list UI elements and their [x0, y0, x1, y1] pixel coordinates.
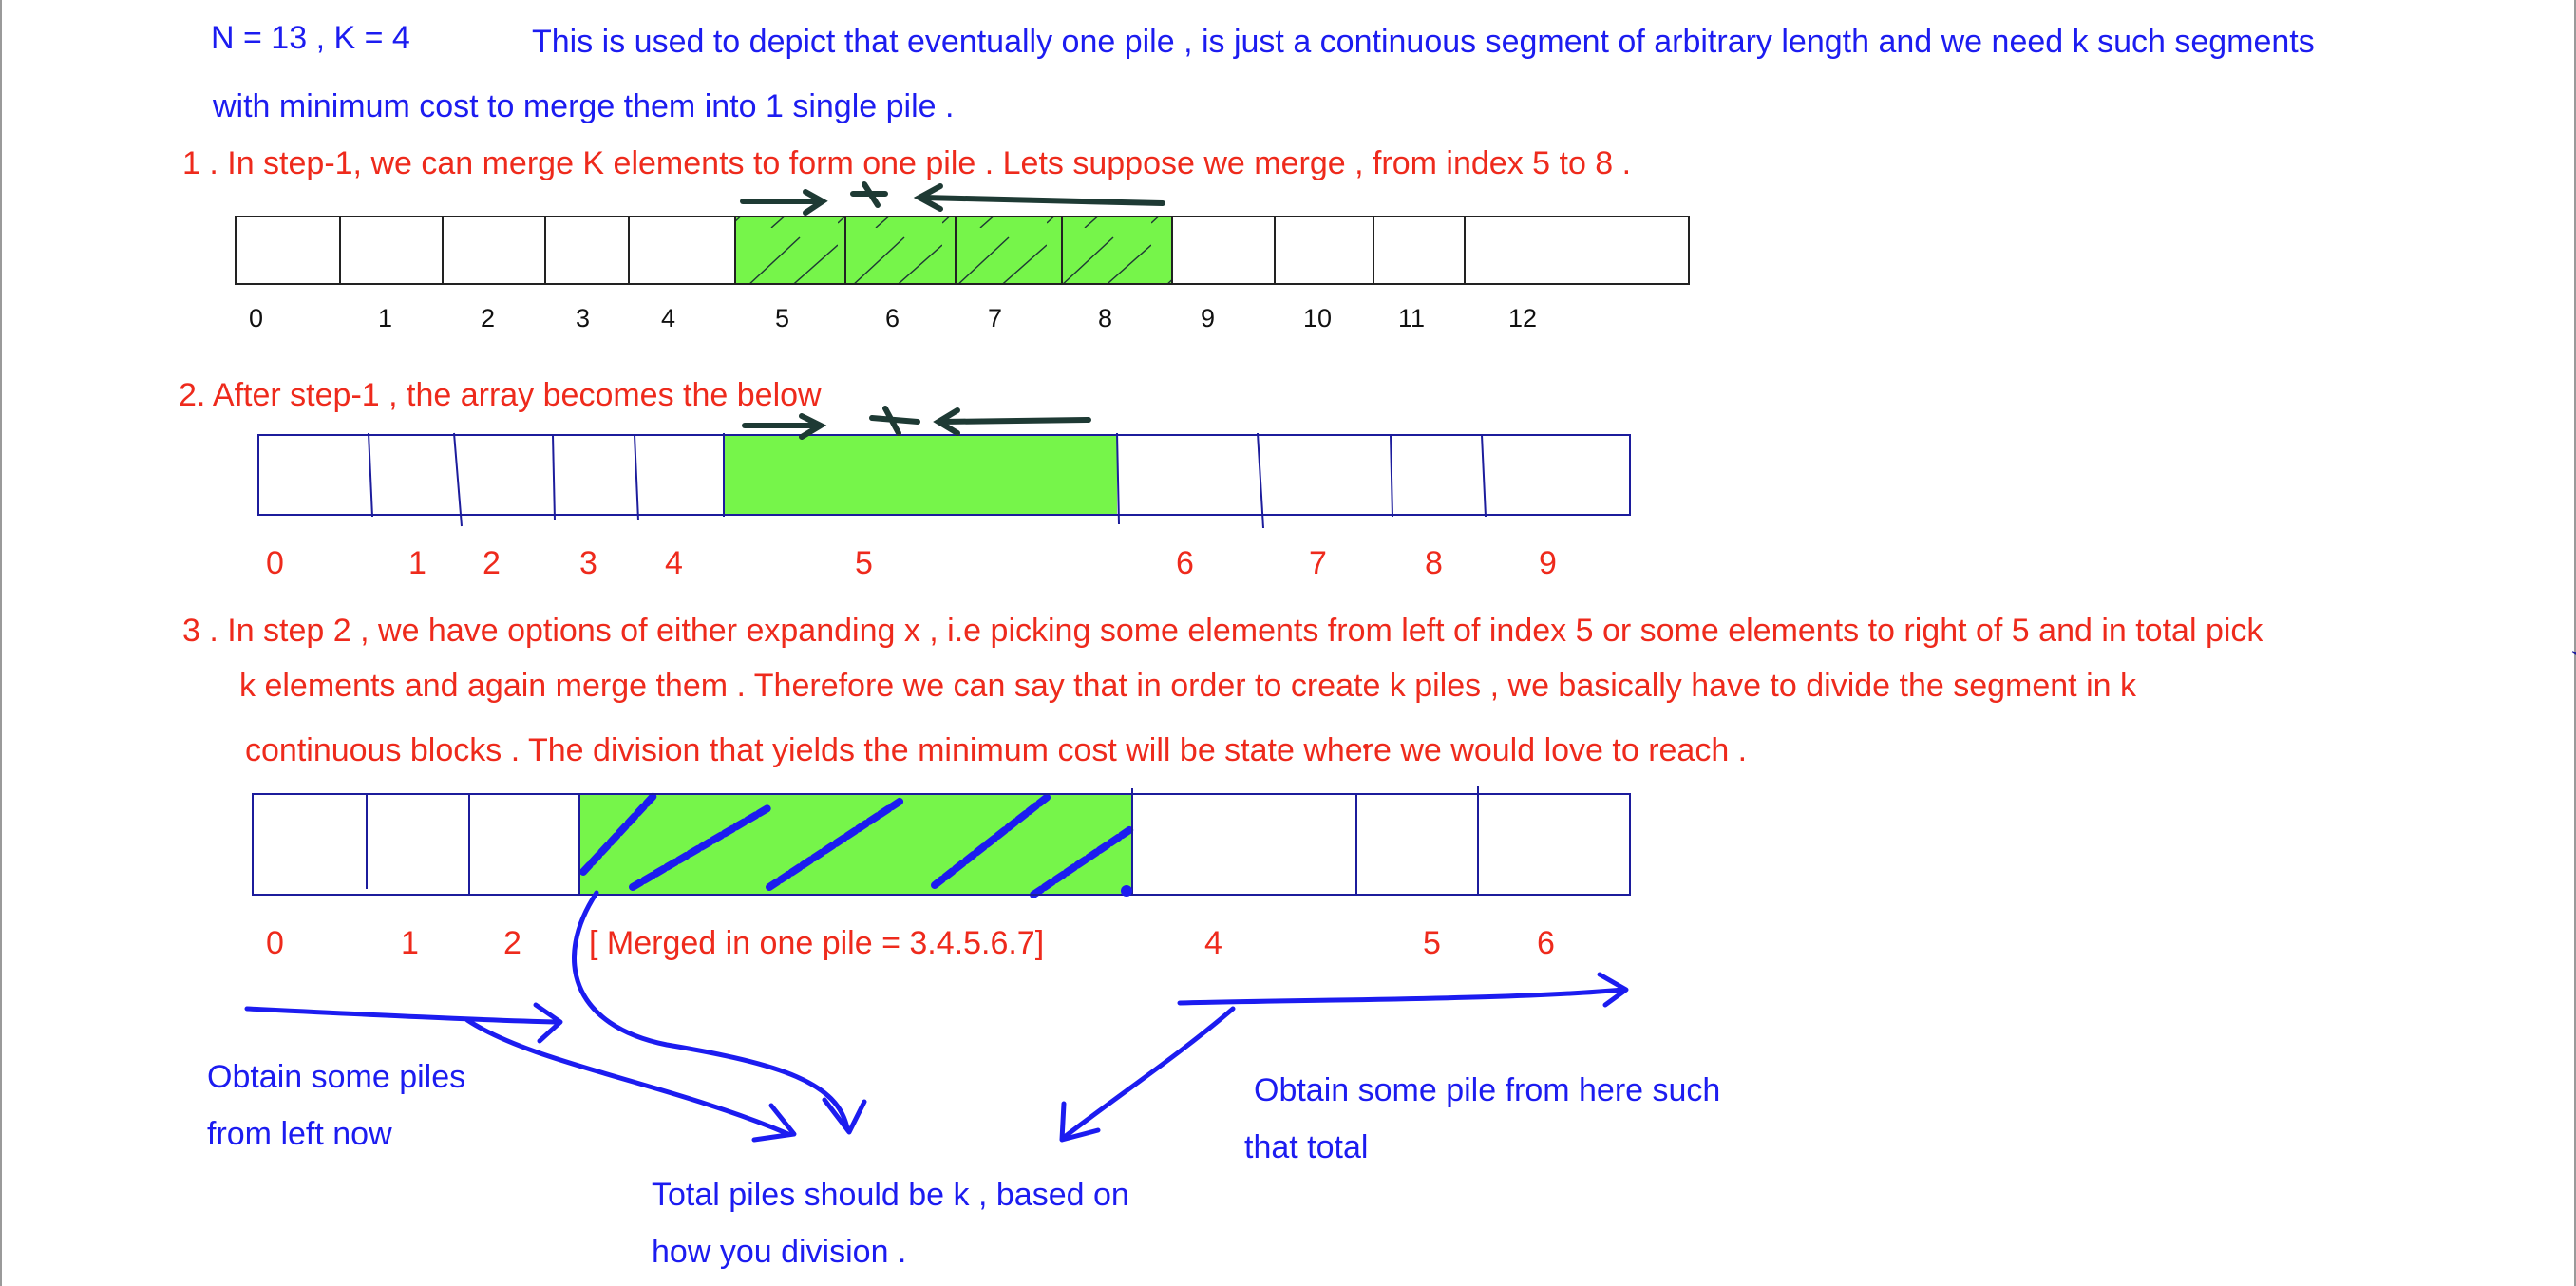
- step3-line-3: continuous blocks . The division that yi…: [245, 732, 1748, 768]
- array2-merged-fill: [724, 435, 1117, 515]
- array1-expand-arrows: [740, 181, 1165, 216]
- array3-index: 5: [1423, 925, 1441, 961]
- step3-line-1: 3 . In step 2 , we have options of eithe…: [182, 613, 2263, 649]
- array-1: [235, 181, 1690, 285]
- array3-index: 4: [1204, 925, 1222, 961]
- array3-dot: [1121, 885, 1132, 897]
- array3-scribbles: [579, 792, 1136, 898]
- array1-index: 8: [1098, 304, 1112, 332]
- array3-index: 2: [503, 925, 521, 961]
- array2-dividers: [368, 432, 1487, 529]
- note-bottom-line-2: how you division .: [652, 1234, 907, 1270]
- array2-outline: [257, 434, 1631, 516]
- note-bottom-line-1: Total piles should be k , based on: [652, 1177, 1129, 1213]
- merged-pile-label: [ Merged in one pile = 3.4.5.6.7]: [589, 925, 1044, 961]
- array3-index: 0: [266, 925, 284, 961]
- step3-line-2: k elements and again merge them . Theref…: [239, 668, 2136, 704]
- array1-merged-fill: [735, 217, 1172, 284]
- header-line-2: with minimum cost to merge them into 1 s…: [213, 88, 955, 124]
- array1-index: 12: [1508, 304, 1537, 332]
- array2-index: 5: [855, 545, 873, 581]
- left-to-total-arrow: [464, 1017, 791, 1137]
- right-arrow: [1177, 987, 1625, 1006]
- array3-index: 6: [1537, 925, 1555, 961]
- whiteboard-canvas: N = 13 , K = 4 This is used to depict th…: [0, 0, 2576, 1286]
- array1-index: 1: [378, 304, 392, 332]
- array1-index: 6: [885, 304, 900, 332]
- note-left-line-1: Obtain some piles: [207, 1059, 466, 1095]
- array1-index: 3: [576, 304, 590, 332]
- array1-index: 5: [775, 304, 789, 332]
- array-2: [257, 406, 1631, 529]
- array1-index: 11: [1398, 304, 1425, 332]
- step2-text: 2. After step-1 , the array becomes the …: [179, 377, 822, 413]
- array-3: [252, 786, 1631, 898]
- note-right-line-2: that total: [1244, 1129, 1369, 1165]
- array3-merged-fill: [579, 794, 1132, 895]
- array2-index: 9: [1539, 545, 1557, 581]
- array2-index: 4: [665, 545, 683, 581]
- array1-index: 0: [249, 304, 263, 332]
- array2-index: 8: [1425, 545, 1443, 581]
- array3-indices: 0 1 2 [ Merged in one pile = 3.4.5.6.7] …: [266, 925, 1555, 961]
- array3-index: 1: [401, 925, 419, 961]
- array3-outline: [252, 793, 1631, 896]
- array1-index: 4: [661, 304, 675, 332]
- array3-dividers: [366, 786, 1479, 895]
- edge-tick: [2571, 651, 2576, 655]
- array2-index: 6: [1176, 545, 1194, 581]
- note-left-line-2: from left now: [207, 1116, 392, 1152]
- array2-indices: 0 1 2 3 4 5 6 7 8 9: [266, 545, 1557, 581]
- left-arrow: [244, 1006, 561, 1025]
- array1-outline: [235, 216, 1690, 285]
- params-label: N = 13 , K = 4: [211, 20, 410, 56]
- header-line-1: This is used to depict that eventually o…: [532, 24, 2315, 60]
- right-to-total-arrow: [1063, 1006, 1236, 1139]
- array1-indices: 0 1 2 3 4 5 6 7 8 9 10 11 12: [249, 304, 1537, 332]
- array2-index: 0: [266, 545, 284, 581]
- array1-hatch: [735, 217, 1172, 284]
- array2-index: 7: [1309, 545, 1327, 581]
- array2-index: 2: [483, 545, 501, 581]
- array1-index: 2: [481, 304, 495, 332]
- array1-dividers: [339, 217, 1466, 284]
- array1-index: 7: [988, 304, 1002, 332]
- array2-index: 3: [579, 545, 597, 581]
- array2-index: 1: [408, 545, 426, 581]
- note-right-line-1: Obtain some pile from here such: [1254, 1072, 1721, 1108]
- step1-text: 1 . In step-1, we can merge K elements t…: [182, 145, 1632, 181]
- array1-index: 9: [1201, 304, 1215, 332]
- array1-index: 10: [1303, 304, 1332, 332]
- merged-to-total-arrow: [572, 890, 850, 1131]
